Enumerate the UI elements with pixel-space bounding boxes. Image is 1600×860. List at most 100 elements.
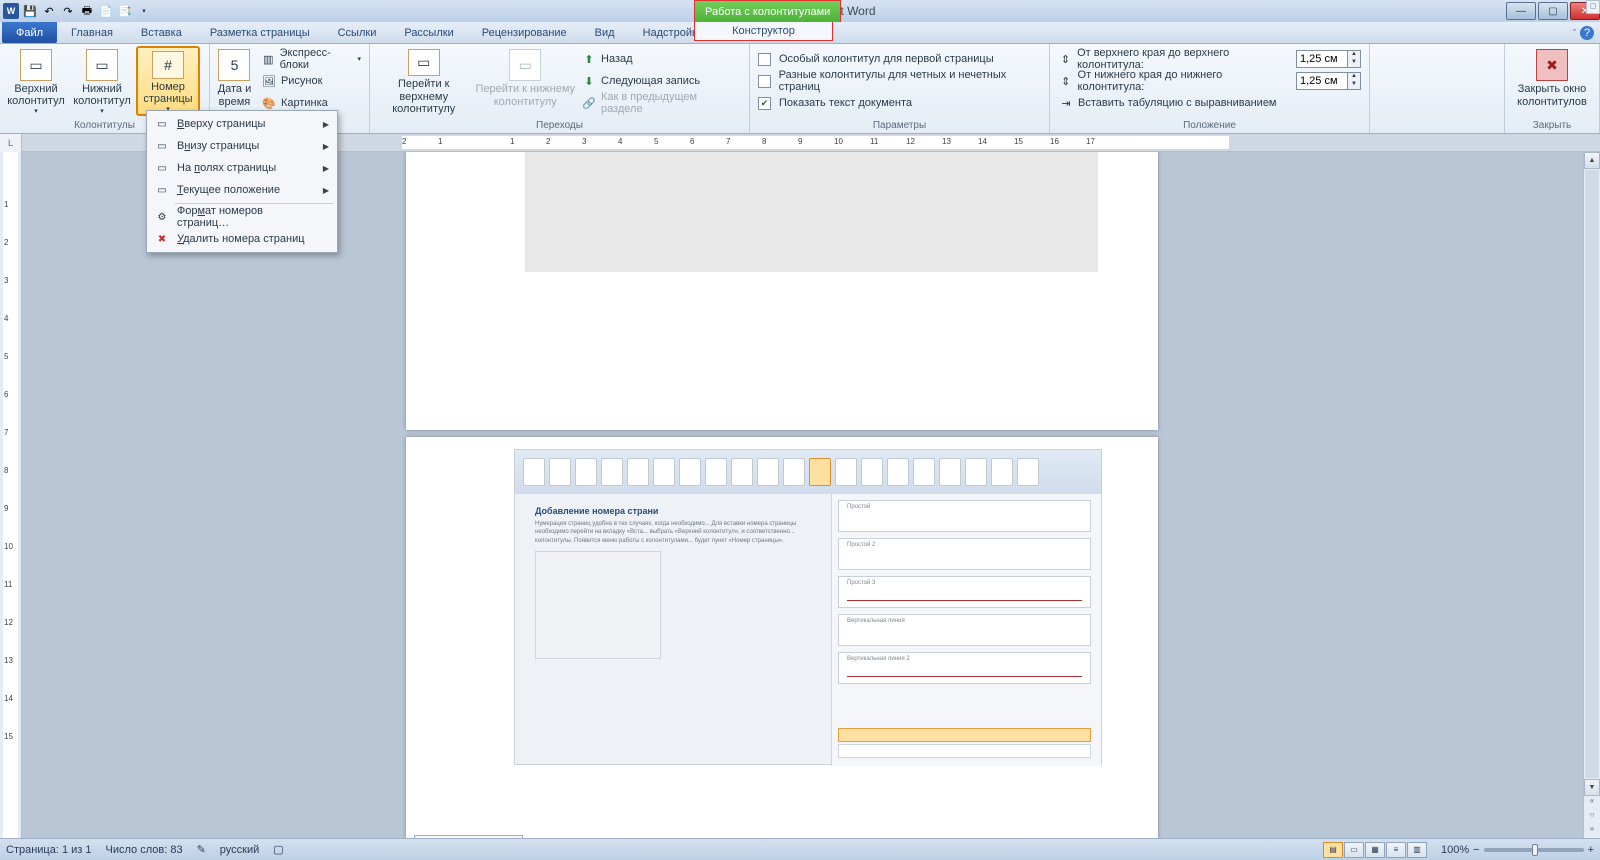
tab-review[interactable]: Рецензирование [468, 22, 581, 43]
picture-icon: 🖼 [261, 73, 277, 89]
macro-record-icon[interactable]: ▢ [273, 843, 283, 856]
ribbon-minimize-icon[interactable]: ˇ [1573, 28, 1576, 38]
page-number-button[interactable]: # Номер страницы▾ [136, 46, 200, 116]
redo-icon[interactable]: ↷ [60, 3, 76, 19]
contextual-tab-group: Работа с колонтитулами [694, 0, 841, 22]
menu-format-page-numbers[interactable]: ⚙Формат номеров страниц… [149, 206, 335, 228]
quick-parts-icon: ▥ [261, 51, 276, 67]
goto-footer-icon: ▭ [509, 49, 541, 81]
show-document-text-checkbox[interactable]: ✔Показать текст документа [754, 92, 1045, 114]
print-layout-view-icon[interactable]: ▤ [1323, 842, 1343, 858]
vertical-scrollbar[interactable]: ▲ ▼ « ○ » [1583, 152, 1600, 838]
page-bottom-icon: ▭ [153, 138, 171, 154]
header-button[interactable]: ▭ Верхний колонтитул▾ [4, 46, 68, 116]
page-number-label: Номер страницы [138, 81, 198, 106]
group-label-options: Параметры [754, 119, 1045, 133]
group-label-close: Закрыть [1509, 119, 1595, 133]
qat-icon[interactable]: 📑 [117, 3, 133, 19]
tab-page-layout[interactable]: Разметка страницы [196, 22, 324, 43]
scroll-thumb[interactable] [1585, 170, 1599, 778]
proofing-icon[interactable]: ✎ [197, 843, 206, 856]
group-label-position: Положение [1054, 119, 1365, 133]
draft-view-icon[interactable]: ▥ [1407, 842, 1427, 858]
save-icon[interactable]: 💾 [22, 3, 38, 19]
tab-home[interactable]: Главная [57, 22, 127, 43]
quick-parts-button[interactable]: ▥Экспресс-блоки ▾ [257, 48, 365, 70]
tab-mailings[interactable]: Рассылки [390, 22, 467, 43]
scroll-down-icon[interactable]: ▼ [1584, 779, 1600, 796]
qat-icon[interactable]: 📄 [98, 3, 114, 19]
zoom-out-button[interactable]: − [1473, 844, 1479, 856]
header-from-top-input[interactable] [1296, 50, 1348, 68]
menu-page-margins[interactable]: ▭На полях страницы▶ [149, 157, 335, 179]
menu-top-of-page[interactable]: ▭Вверху страницы▶ [149, 113, 335, 135]
insert-alignment-tab-button[interactable]: ⇥Вставить табуляцию с выравниванием [1054, 92, 1365, 114]
qat-dropdown-icon[interactable]: ▾ [136, 3, 152, 19]
web-layout-view-icon[interactable]: ▦ [1365, 842, 1385, 858]
footer-from-bottom-row: ⇕От нижнего края до нижнего колонтитула:… [1054, 70, 1365, 92]
ruler-toggle-icon[interactable]: ▢ [1586, 0, 1600, 14]
maximize-button[interactable]: ▢ [1538, 2, 1568, 20]
browse-object-icon[interactable]: ○ [1584, 810, 1600, 824]
date-time-label: Дата и время [214, 83, 255, 108]
tab-view[interactable]: Вид [581, 22, 629, 43]
checkbox-icon [758, 53, 771, 66]
submenu-arrow-icon: ▶ [323, 186, 329, 195]
menu-current-position[interactable]: ▭Текущее положение▶ [149, 179, 335, 201]
footer-button[interactable]: ▭ Нижний колонтитул▾ [70, 46, 134, 116]
footer-from-bottom-spinner[interactable]: ▲▼ [1296, 72, 1361, 90]
view-buttons: ▤ ▭ ▦ ≡ ▥ [1323, 842, 1427, 858]
zoom-slider[interactable] [1484, 848, 1584, 852]
browse-next-icon[interactable]: » [1584, 824, 1600, 838]
menu-bottom-of-page[interactable]: ▭Внизу страницы▶ [149, 135, 335, 157]
spin-down-icon[interactable]: ▼ [1348, 81, 1360, 89]
undo-icon[interactable]: ↶ [41, 3, 57, 19]
browse-prev-icon[interactable]: « [1584, 796, 1600, 810]
tab-references[interactable]: Ссылки [324, 22, 391, 43]
calendar-icon: 5 [218, 49, 250, 81]
header-icon: ▭ [20, 49, 52, 81]
picture-button[interactable]: 🖼Рисунок [257, 70, 365, 92]
page-number-icon: # [152, 51, 184, 79]
zoom-in-button[interactable]: + [1588, 844, 1594, 856]
tab-insert[interactable]: Вставка [127, 22, 196, 43]
next-section-button[interactable]: ⬇Следующая запись [577, 70, 745, 92]
different-first-page-checkbox[interactable]: Особый колонтитул для первой страницы [754, 48, 1045, 70]
footer-area-tag: Нижний колонтитул [414, 835, 523, 838]
clipart-icon: 🎨 [261, 95, 277, 111]
current-position-icon: ▭ [153, 182, 171, 198]
outline-view-icon[interactable]: ≡ [1386, 842, 1406, 858]
spin-up-icon[interactable]: ▲ [1348, 73, 1360, 81]
tab-file[interactable]: Файл [2, 22, 57, 43]
help-icon[interactable]: ? [1580, 26, 1594, 40]
tab-selector[interactable]: L [0, 134, 22, 152]
spin-up-icon[interactable]: ▲ [1348, 51, 1360, 59]
status-language[interactable]: русский [220, 844, 259, 856]
vertical-ruler[interactable]: 123456789101112131415 [0, 152, 22, 838]
menu-remove-page-numbers[interactable]: ✖Удалить номера страниц [149, 228, 335, 250]
goto-footer-button: ▭ Перейти к нижнему колонтитулу [476, 46, 576, 116]
goto-header-button[interactable]: ▭ Перейти к верхнему колонтитулу [374, 46, 474, 116]
qat-icon[interactable]: 🖶 [79, 3, 95, 19]
date-time-button[interactable]: 5 Дата и время [214, 46, 255, 116]
status-page[interactable]: Страница: 1 из 1 [6, 844, 92, 856]
tab-design-context[interactable]: Конструктор [694, 22, 833, 41]
spin-down-icon[interactable]: ▼ [1348, 59, 1360, 67]
full-screen-view-icon[interactable]: ▭ [1344, 842, 1364, 858]
scroll-up-icon[interactable]: ▲ [1584, 152, 1600, 169]
page-number-menu: ▭Вверху страницы▶ ▭Внизу страницы▶ ▭На п… [146, 110, 338, 253]
different-odd-even-checkbox[interactable]: Разные колонтитулы для четных и нечетных… [754, 70, 1045, 92]
previous-section-button[interactable]: ⬆Назад [577, 48, 745, 70]
status-words[interactable]: Число слов: 83 [106, 844, 183, 856]
footer-from-bottom-input[interactable] [1296, 72, 1348, 90]
zoom-level[interactable]: 100% [1441, 844, 1469, 856]
quick-access-toolbar: W 💾 ↶ ↷ 🖶 📄 📑 ▾ [0, 3, 152, 19]
header-from-top-spinner[interactable]: ▲▼ [1296, 50, 1361, 68]
word-app-icon[interactable]: W [3, 3, 19, 19]
minimize-button[interactable]: — [1506, 2, 1536, 20]
close-header-footer-button[interactable]: ✖ Закрыть окно колонтитулов [1510, 46, 1594, 116]
remove-icon: ✖ [153, 231, 171, 247]
tab-icon: ⇥ [1058, 95, 1074, 111]
previous-label: Назад [601, 53, 633, 65]
document-canvas[interactable]: Добавление номера страни Нумерация стран… [22, 152, 1583, 838]
